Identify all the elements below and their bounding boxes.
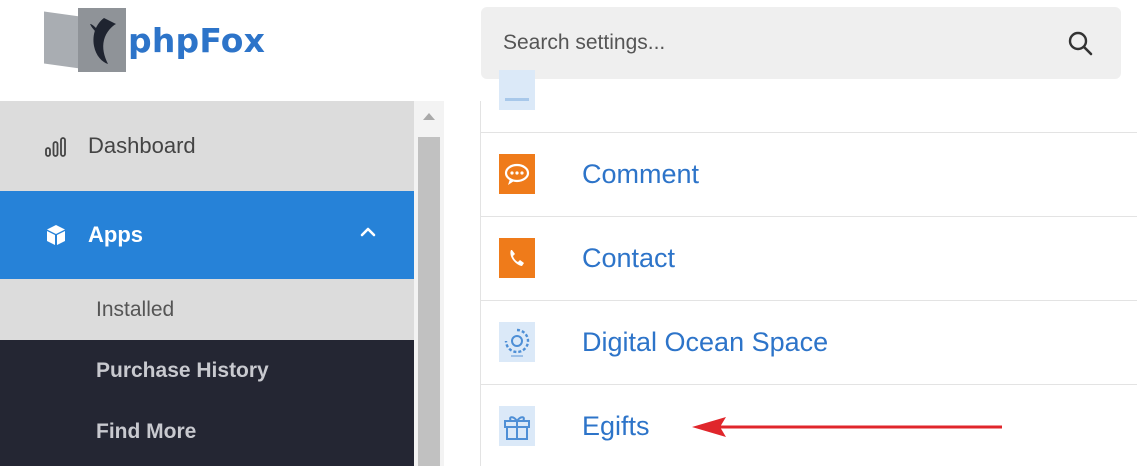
sidebar-subitem-find-more[interactable]: Find More <box>0 401 414 462</box>
list-item[interactable] <box>481 49 1137 133</box>
app-name[interactable]: Contact <box>582 217 675 300</box>
app-name[interactable]: Digital Ocean Space <box>582 301 828 384</box>
comment-icon <box>499 154 535 194</box>
scroll-up-arrow-icon[interactable] <box>423 113 435 120</box>
bar-chart-icon <box>45 137 66 157</box>
fox-icon <box>90 18 116 64</box>
sidebar-subitem-label: Find More <box>96 419 197 443</box>
sidebar-subitem-label: Purchase History <box>96 358 269 382</box>
installed-apps-list: Comment Contact Digital Ocean Space Egif… <box>480 70 1137 468</box>
app-name[interactable]: Comment <box>582 133 699 216</box>
sidebar-subitem-label: Installed <box>96 297 175 321</box>
scrollbar-thumb[interactable] <box>418 137 440 466</box>
admin-sidebar: Dashboard Apps Installed Purchase Histor… <box>0 101 414 466</box>
sidebar-subitem-purchase-history[interactable]: Purchase History <box>0 340 414 401</box>
list-item[interactable]: Comment <box>481 133 1137 217</box>
list-item[interactable]: Digital Ocean Space <box>481 301 1137 385</box>
chevron-up-icon[interactable] <box>360 225 376 239</box>
logo-mark <box>44 8 132 72</box>
app-name[interactable]: Egifts <box>582 385 650 468</box>
digital-ocean-icon <box>499 322 535 362</box>
cube-icon <box>47 225 65 245</box>
sidebar-subitem-installed[interactable]: Installed <box>0 279 414 340</box>
logo-text: phpFox <box>128 20 266 60</box>
phone-icon <box>499 238 535 278</box>
sidebar-item-label: Apps <box>88 222 143 247</box>
annotation-arrow-icon <box>692 417 1002 437</box>
sidebar-scrollbar[interactable] <box>414 101 444 466</box>
sidebar-item-label: Dashboard <box>88 133 196 158</box>
sidebar-item-apps[interactable]: Apps <box>0 191 414 279</box>
sidebar-item-dashboard[interactable]: Dashboard <box>0 101 414 191</box>
list-item[interactable]: Contact <box>481 217 1137 301</box>
partial-app-icon <box>499 70 535 110</box>
gift-icon <box>499 406 535 446</box>
phpfox-logo[interactable]: phpFox <box>44 8 284 72</box>
